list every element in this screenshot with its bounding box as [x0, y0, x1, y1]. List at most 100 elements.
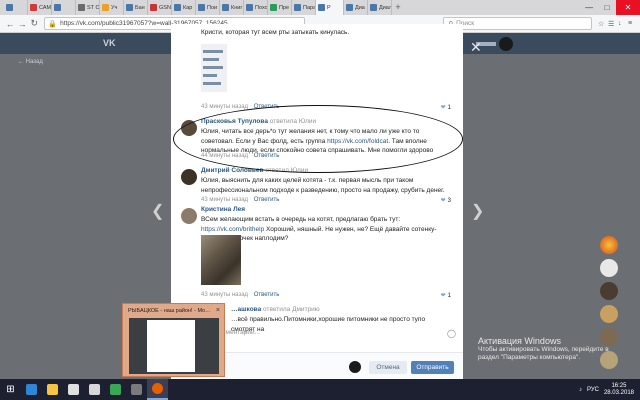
- forward-arrow-icon[interactable]: →: [16, 19, 28, 29]
- menu-icon[interactable]: ≡: [628, 20, 636, 28]
- tab-favicon-icon: [30, 4, 37, 11]
- taskbar-item[interactable]: [63, 379, 84, 400]
- tab-label: Р: [327, 4, 331, 11]
- browser-tab[interactable]: Диал: [368, 0, 392, 15]
- prev-arrow-icon[interactable]: ❮: [151, 201, 164, 221]
- activation-text: Чтобы активировать Windows, перейдите в …: [478, 346, 609, 361]
- vk-logo[interactable]: VK: [103, 38, 116, 48]
- preview-title: РЫБАЦКОЕ - наш район! - Mo…: [128, 308, 211, 314]
- attached-photo[interactable]: [201, 235, 241, 285]
- replied-to[interactable]: ответила Дмитрию: [263, 306, 320, 313]
- comment-text-part: ВСем желающим встать в очередь на котят,…: [201, 216, 401, 223]
- browser-tab[interactable]: [4, 0, 28, 15]
- avatar: [349, 361, 361, 373]
- browser-tab[interactable]: Уч: [100, 0, 124, 15]
- tab-label: Пои: [207, 4, 218, 11]
- browser-tab[interactable]: [52, 0, 76, 15]
- clock-time: 16:25: [611, 382, 627, 389]
- comment-text: Кристи, которая тут всем рты затыкать ки…: [201, 29, 350, 36]
- browser-tab[interactable]: Пара: [292, 0, 316, 15]
- taskbar-item-firefox[interactable]: [147, 379, 168, 400]
- close-window-button[interactable]: ✕: [616, 0, 640, 15]
- reply-link[interactable]: Ответить: [254, 292, 280, 298]
- browser-tab[interactable]: Пои: [196, 0, 220, 15]
- taskbar-preview[interactable]: РЫБАЦКОЕ - наш район! - Mo… ×: [122, 303, 225, 377]
- store-icon: [68, 384, 79, 395]
- tab-favicon-icon: [270, 4, 277, 11]
- back-label: Назад: [25, 59, 43, 65]
- library-icon[interactable]: ☰: [608, 20, 616, 28]
- comment-link[interactable]: https://vk.com/brithelp: [201, 226, 264, 233]
- tab-label: ST Ol: [87, 4, 100, 11]
- tab-favicon-icon: [174, 4, 181, 11]
- taskbar-item[interactable]: [126, 379, 147, 400]
- star-icon[interactable]: ☆: [598, 20, 606, 28]
- attach-camera-icon[interactable]: ◯: [447, 329, 456, 338]
- taskbar-item[interactable]: [105, 379, 126, 400]
- back-arrow-icon[interactable]: ←: [4, 19, 16, 29]
- back-link[interactable]: ← Назад: [18, 59, 43, 65]
- maximize-button[interactable]: □: [598, 0, 616, 15]
- tab-label: Книг: [231, 4, 243, 11]
- start-button[interactable]: ⊞: [0, 379, 21, 400]
- download-icon[interactable]: ↓: [618, 20, 626, 28]
- send-button[interactable]: Отправить: [411, 361, 454, 374]
- system-tray: ♪ РУС 16:25 28.03.2018: [579, 383, 640, 397]
- browser-tab[interactable]: Кар: [172, 0, 196, 15]
- chat-avatar[interactable]: [600, 259, 618, 277]
- browser-tab[interactable]: Похо: [244, 0, 268, 15]
- browser-tab[interactable]: Пре: [268, 0, 292, 15]
- windows-logo-icon: ⊞: [6, 384, 15, 395]
- taskbar-item[interactable]: [42, 379, 63, 400]
- search-input[interactable]: ⚲ Поиск: [443, 17, 592, 30]
- chat-avatar[interactable]: [600, 305, 618, 323]
- tab-label: Бан: [135, 4, 145, 11]
- like-button[interactable]: ❤ 3: [441, 197, 451, 204]
- minimize-button[interactable]: —: [580, 0, 598, 15]
- taskbar-item[interactable]: [21, 379, 42, 400]
- comment-author[interactable]: Кристина Лея: [201, 206, 245, 213]
- chat-avatar[interactable]: [600, 282, 618, 300]
- lock-icon: 🔒: [48, 20, 58, 28]
- comment-time: 43 минуты назад: [201, 292, 249, 298]
- media-icon: [89, 384, 100, 395]
- app-icon: [131, 384, 142, 395]
- cancel-button[interactable]: Отмена: [369, 361, 407, 374]
- taskbar-item[interactable]: [84, 379, 105, 400]
- vk-user-menu[interactable]: [476, 36, 522, 51]
- avatar[interactable]: [181, 169, 197, 185]
- close-icon[interactable]: ×: [216, 307, 220, 314]
- activation-title: Активация Windows: [478, 336, 561, 346]
- clock[interactable]: 16:25 28.03.2018: [604, 383, 634, 397]
- preview-thumbnail[interactable]: [129, 318, 219, 374]
- language-indicator[interactable]: РУС: [587, 387, 599, 393]
- reply-link[interactable]: Ответить: [254, 197, 280, 203]
- tab-favicon-icon: [198, 4, 205, 11]
- browser-tab[interactable]: САМ: [28, 0, 52, 15]
- tab-label: Диал: [379, 4, 392, 11]
- clock-date: 28.03.2018: [603, 389, 634, 396]
- chat-avatar[interactable]: [600, 236, 618, 254]
- browser-tab[interactable]: Книг: [220, 0, 244, 15]
- tab-label: Пара: [303, 4, 316, 11]
- browser-tab[interactable]: Р: [316, 0, 344, 15]
- tab-favicon-icon: [246, 4, 253, 11]
- close-overlay-icon[interactable]: ✕: [470, 40, 482, 54]
- browser-tab[interactable]: ST Ol: [76, 0, 100, 15]
- tab-label: GSN: [159, 4, 171, 11]
- avatar[interactable]: [181, 208, 197, 224]
- toolbar-icons: ☆ ☰ ↓ ≡: [598, 20, 636, 28]
- next-arrow-icon[interactable]: ❯: [471, 201, 484, 221]
- attached-image[interactable]: [201, 44, 227, 92]
- browser-tab[interactable]: Диа: [344, 0, 368, 15]
- tab-favicon-icon: [222, 4, 229, 11]
- volume-icon[interactable]: ♪: [579, 387, 582, 393]
- like-button[interactable]: ❤ 1: [441, 292, 451, 299]
- browser-tab[interactable]: Бан: [124, 0, 148, 15]
- reload-icon[interactable]: ↻: [28, 18, 40, 29]
- like-button[interactable]: ❤ 1: [441, 104, 451, 111]
- new-tab-button[interactable]: +: [392, 0, 404, 15]
- browser-tab[interactable]: GSN: [148, 0, 172, 15]
- window-controls: — □ ✕: [580, 0, 640, 15]
- comment-author[interactable]: …ашкова: [231, 306, 261, 313]
